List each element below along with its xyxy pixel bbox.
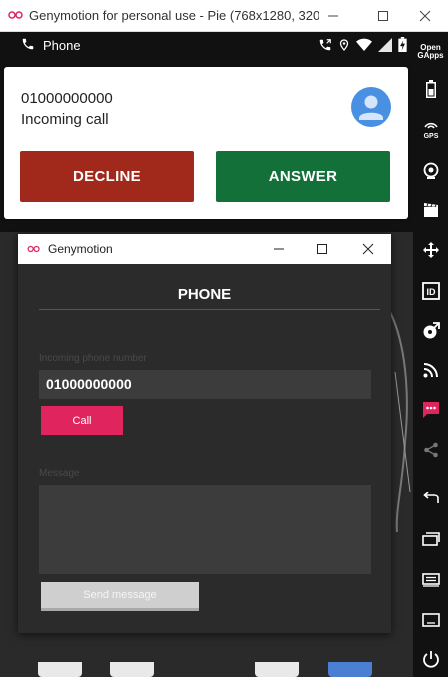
phone-sms-icon [422, 402, 439, 418]
media-button[interactable] [413, 195, 448, 225]
genymotion-window-body: PHONE Incoming phone number 01000000000 … [18, 264, 391, 633]
wifi-icon [356, 38, 372, 51]
open-gapps-icon: Open GApps [417, 43, 444, 60]
minimize-button[interactable] [256, 234, 302, 264]
gps-button[interactable]: GPS [413, 115, 448, 145]
minimize-icon [274, 248, 284, 250]
dock-app-icon[interactable] [255, 662, 299, 677]
status-app-name: Phone [43, 38, 81, 53]
status-icons [318, 37, 407, 52]
person-icon [359, 95, 383, 120]
home-button[interactable] [413, 605, 448, 635]
home-icon [421, 613, 440, 627]
network-button[interactable] [413, 355, 448, 385]
call-forward-icon [319, 38, 331, 50]
phone-sms-button[interactable] [413, 395, 448, 425]
svg-text:GPS: GPS [423, 133, 438, 140]
divider [39, 309, 380, 310]
genymotion-window-title: Genymotion [48, 242, 113, 256]
move-arrows-icon [422, 242, 439, 258]
battery-button[interactable] [413, 74, 448, 104]
minimize-icon [328, 15, 338, 17]
phone-number-input[interactable]: 01000000000 [39, 370, 371, 399]
decline-button[interactable]: DECLINE [20, 151, 194, 202]
media-clapper-icon [423, 203, 438, 217]
status-bar: Phone [0, 32, 413, 58]
location-icon [339, 38, 349, 51]
avatar [351, 87, 391, 127]
close-button[interactable] [402, 0, 448, 32]
svg-text:ID: ID [426, 287, 436, 297]
minimize-button[interactable] [310, 0, 356, 32]
disk-io-button[interactable] [413, 316, 448, 346]
genymotion-sidebar: Open GApps GPS ID [413, 32, 448, 677]
network-rss-icon [423, 363, 438, 378]
signal-icon [378, 37, 392, 52]
share-button[interactable] [413, 435, 448, 465]
gps-icon: GPS [423, 122, 438, 140]
maximize-icon [317, 244, 327, 254]
maximize-icon [378, 11, 388, 21]
dock-app-icon[interactable] [328, 662, 372, 677]
genymotion-logo-icon [27, 245, 40, 253]
message-input[interactable] [39, 485, 371, 574]
maximize-button[interactable] [360, 0, 406, 32]
back-icon [422, 492, 439, 503]
genymotion-logo-icon [8, 11, 23, 19]
close-icon [362, 243, 374, 255]
close-button[interactable] [345, 234, 391, 264]
power-icon [422, 651, 439, 668]
recent-apps-button[interactable] [413, 524, 448, 554]
window-title: Genymotion for personal use - Pie (768x1… [29, 8, 319, 23]
recent-apps-icon [421, 532, 440, 546]
genymotion-phone-window: Genymotion PHONE Incoming phone number 0… [18, 234, 391, 633]
battery-charging-icon [398, 37, 407, 52]
window-titlebar: Genymotion for personal use - Pie (768x1… [0, 0, 448, 32]
phone-number-label: Incoming phone number [39, 353, 147, 364]
dock-app-icon[interactable] [38, 662, 82, 677]
close-icon [419, 10, 431, 22]
maximize-button[interactable] [299, 234, 345, 264]
send-message-button[interactable]: Send message [41, 582, 199, 611]
share-icon [423, 442, 438, 458]
webcam-button[interactable] [413, 156, 448, 186]
menu-icon [421, 573, 440, 587]
battery-icon [425, 80, 436, 98]
rotate-button[interactable] [413, 235, 448, 265]
open-gapps-button[interactable]: Open GApps [413, 37, 448, 67]
power-button[interactable] [413, 644, 448, 674]
caller-number: 01000000000 [21, 90, 113, 107]
menu-button[interactable] [413, 565, 448, 595]
disk-io-icon [423, 322, 440, 339]
id-icon: ID [421, 282, 440, 300]
dock-app-icon[interactable] [110, 662, 154, 677]
page-title: PHONE [177, 286, 232, 303]
device-id-button[interactable]: ID [413, 276, 448, 306]
genymotion-window-titlebar: Genymotion [18, 234, 391, 264]
answer-button[interactable]: ANSWER [216, 151, 390, 202]
call-status: Incoming call [21, 111, 109, 128]
call-button[interactable]: Call [41, 406, 123, 435]
back-button[interactable] [413, 484, 448, 514]
incoming-call-card: 01000000000 Incoming call DECLINE ANSWER [4, 67, 408, 219]
message-label: Message [39, 468, 80, 479]
phone-icon [22, 38, 34, 50]
webcam-icon [423, 162, 438, 179]
